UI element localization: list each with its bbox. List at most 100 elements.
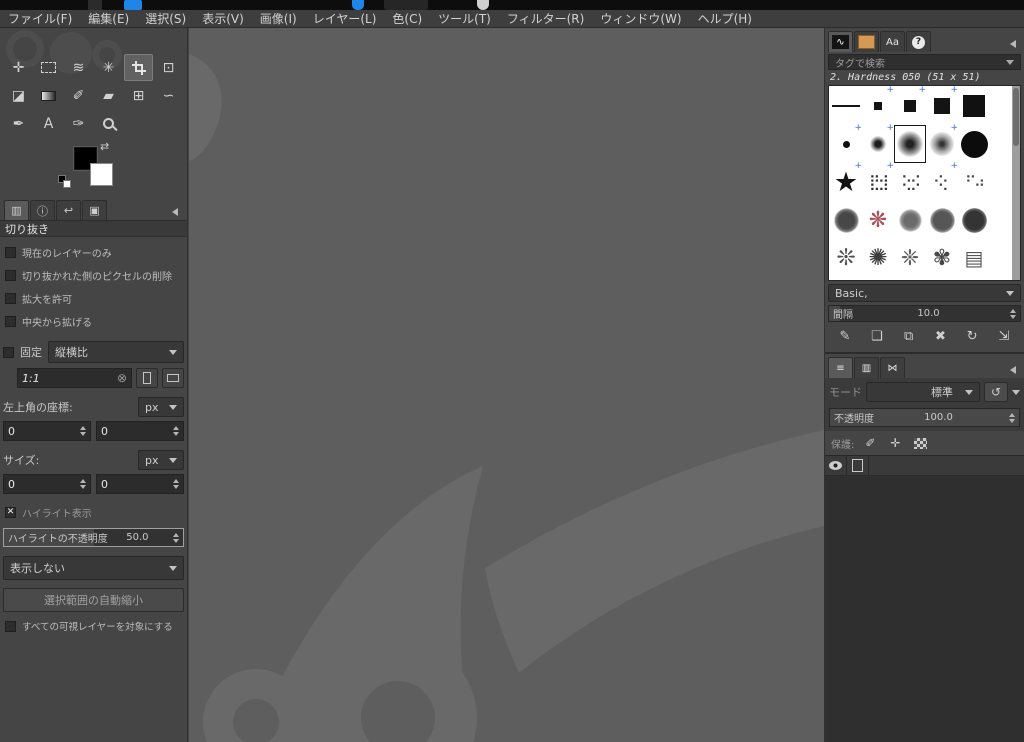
checkbox[interactable]	[5, 247, 16, 258]
option-expand-from-center[interactable]: 中央から拡げる	[3, 310, 184, 333]
guides-dropdown[interactable]: 表示しない	[3, 556, 184, 580]
dock-menu-button[interactable]	[1005, 36, 1021, 52]
brush-cell[interactable]	[862, 123, 894, 163]
fixed-checkbox[interactable]	[3, 346, 14, 358]
delete-brush-button[interactable]: ✖	[928, 326, 952, 346]
brush-cell[interactable]	[830, 123, 862, 163]
lock-pixels-button[interactable]: ✐	[861, 435, 879, 451]
brush-cell[interactable]	[926, 201, 958, 239]
menu-item-colors[interactable]: 色(C)	[384, 10, 430, 27]
tab-patterns[interactable]	[854, 31, 879, 52]
duplicate-brush-button[interactable]: ⧉	[897, 326, 921, 346]
menu-item-tools[interactable]: ツール(T)	[430, 10, 499, 27]
highlight-opacity-slider[interactable]: ハイライトの不透明度 50.0	[3, 528, 184, 547]
tab-paths[interactable]: ⋈	[880, 357, 905, 378]
auto-shrink-button[interactable]: 選択範囲の自動縮小	[3, 588, 184, 612]
brush-cell[interactable]	[830, 161, 862, 201]
brush-cell[interactable]	[862, 239, 894, 277]
tab-brushes[interactable]	[828, 31, 853, 52]
refresh-brushes-button[interactable]: ↻	[960, 326, 984, 346]
tab-fonts[interactable]: Aa	[880, 31, 905, 52]
brush-cell[interactable]	[958, 239, 990, 277]
spinner-arrows-icon[interactable]	[170, 426, 179, 436]
tool-color-picker[interactable]: ✑	[64, 110, 93, 137]
tab-channels[interactable]: ▥	[854, 357, 879, 378]
tab-layers[interactable]: ≡	[828, 357, 853, 378]
spinner-arrows-icon[interactable]	[77, 426, 86, 436]
taskbar-circle-icon[interactable]	[477, 0, 489, 10]
lock-position-button[interactable]: ✛	[886, 435, 904, 451]
brush-cell[interactable]	[830, 87, 862, 125]
option-shrink-merged[interactable]: すべての可視レイヤーを対象にする	[3, 615, 184, 637]
tool-eraser[interactable]: ▰	[94, 82, 123, 109]
tool-paintbrush[interactable]: ✐	[64, 82, 93, 109]
menu-item-view[interactable]: 表示(V)	[194, 10, 252, 27]
menu-item-image[interactable]: 画像(I)	[252, 10, 305, 27]
dock-menu-button[interactable]	[167, 204, 183, 220]
tool-text[interactable]: A	[34, 110, 63, 137]
edit-brush-button[interactable]: ✎	[833, 326, 857, 346]
menu-item-file[interactable]: ファイル(F)	[0, 10, 80, 27]
brush-grid-scrollbar[interactable]	[1012, 86, 1020, 280]
default-colors-icon[interactable]	[58, 175, 74, 191]
brush-cell[interactable]	[958, 125, 990, 163]
size-unit-dropdown[interactable]: px	[138, 450, 184, 470]
portrait-button[interactable]	[136, 368, 158, 388]
brush-spacing-slider[interactable]: 間隔 10.0	[828, 305, 1021, 322]
tab-tool-options[interactable]: ▥	[4, 200, 29, 220]
brush-cell[interactable]	[862, 86, 894, 125]
option-allow-growing[interactable]: 拡大を許可	[3, 287, 184, 310]
checkbox[interactable]	[5, 293, 16, 304]
layer-row[interactable]	[825, 456, 1024, 476]
brush-cell-selected[interactable]	[894, 125, 926, 163]
layer-opacity-slider[interactable]: 不透明度 100.0	[829, 408, 1020, 427]
position-unit-dropdown[interactable]: px	[138, 397, 184, 417]
option-highlight[interactable]: ハイライト表示	[3, 501, 184, 524]
checkbox-checked[interactable]	[5, 507, 16, 518]
position-x-input[interactable]: 0	[3, 421, 91, 441]
position-y-input[interactable]: 0	[96, 421, 184, 441]
spinner-arrows-icon[interactable]	[170, 532, 179, 543]
taskbar-active-tab-icon[interactable]	[124, 0, 142, 10]
brush-tag-search-input[interactable]: タグで検索	[828, 54, 1021, 70]
brush-cell[interactable]	[862, 201, 894, 239]
option-current-layer-only[interactable]: 現在のレイヤーのみ	[3, 241, 184, 264]
tool-rectangle-select[interactable]	[34, 54, 63, 81]
checkbox[interactable]	[5, 270, 16, 281]
checkbox[interactable]	[5, 316, 16, 327]
brush-cell[interactable]	[894, 86, 926, 125]
menu-item-filters[interactable]: フィルター(R)	[499, 10, 592, 27]
tool-smudge[interactable]: ∽	[154, 82, 183, 109]
taskbar-blue-indicator-icon[interactable]	[352, 0, 364, 10]
tool-clone[interactable]: ⊞	[124, 82, 153, 109]
tool-fuzzy-select[interactable]: ✳	[94, 54, 123, 81]
brush-cell[interactable]	[830, 201, 862, 239]
layers-list[interactable]	[825, 455, 1024, 742]
chevron-down-icon[interactable]	[1012, 389, 1020, 395]
menu-item-layer[interactable]: レイヤー(L)	[305, 10, 385, 27]
brush-cell[interactable]	[926, 239, 958, 277]
scrollbar-thumb[interactable]	[1013, 88, 1019, 146]
tool-zoom[interactable]	[94, 110, 123, 137]
size-width-input[interactable]: 0	[3, 474, 91, 494]
lock-alpha-button[interactable]	[911, 435, 929, 451]
mode-switch-button[interactable]: ↺	[984, 382, 1008, 402]
checkbox[interactable]	[5, 620, 16, 632]
spinner-arrows-icon[interactable]	[1006, 412, 1015, 423]
menu-item-select[interactable]: 選択(S)	[137, 10, 194, 27]
brush-cell[interactable]	[958, 87, 990, 125]
brush-cell[interactable]	[926, 86, 958, 125]
new-brush-button[interactable]: ❏	[865, 326, 889, 346]
open-brush-as-image-button[interactable]: ⇲	[992, 326, 1016, 346]
menu-item-edit[interactable]: 編集(E)	[80, 10, 137, 27]
tab-device-status[interactable]: ⓘ	[30, 200, 55, 220]
taskbar-window-icon[interactable]	[88, 0, 102, 10]
visibility-eye-icon[interactable]	[829, 461, 842, 470]
brush-cell[interactable]	[958, 201, 990, 239]
clear-icon[interactable]: ⊗	[117, 371, 127, 385]
fixed-aspect-dropdown[interactable]: 縦横比	[48, 341, 184, 363]
landscape-button[interactable]	[162, 368, 184, 388]
aspect-ratio-input[interactable]: 1:1 ⊗	[17, 368, 132, 388]
spinner-arrows-icon[interactable]	[77, 479, 86, 489]
swap-colors-icon[interactable]: ⇄	[100, 140, 109, 153]
